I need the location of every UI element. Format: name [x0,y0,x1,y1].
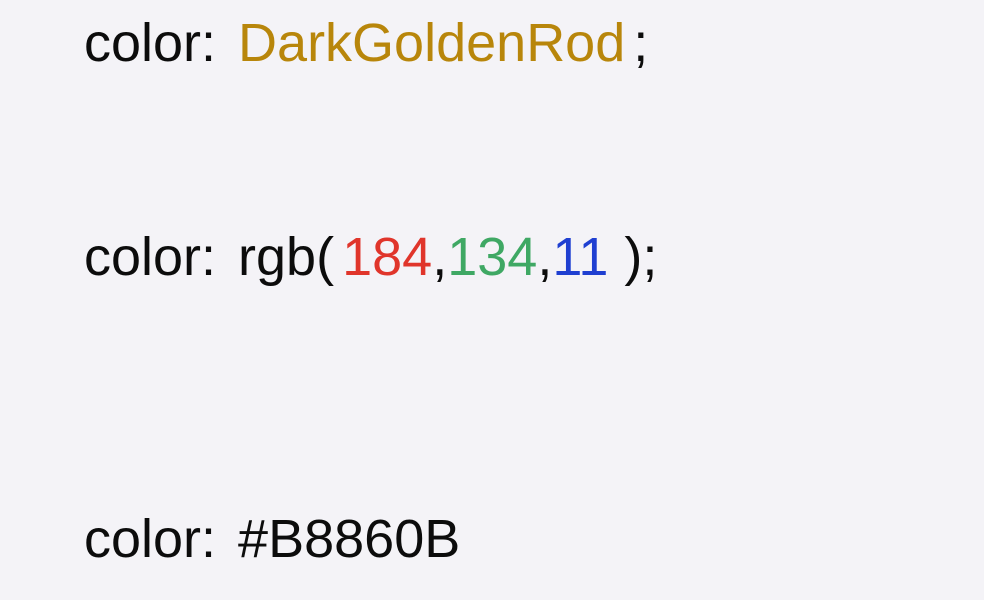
rgb-function-open: rgb( [238,227,335,287]
comma-separator: , [432,227,448,287]
property-label: color: [84,227,217,287]
green-channel-value: 134 [447,227,538,287]
named-color-value: DarkGoldenRod [238,13,626,73]
blue-channel-value: 11 [552,227,609,287]
semicolon: ; [633,13,649,73]
red-channel-value: 184 [342,227,433,287]
rgb-color-line: color: rgb(184,134,11); [84,230,657,284]
hex-color-value: #B8860B [238,509,461,569]
named-color-line: color: DarkGoldenRod; [84,16,648,70]
slide: color: DarkGoldenRod; color: rgb(184,134,1… [0,0,984,600]
property-label: color: [84,13,217,73]
comma-separator: , [537,227,553,287]
hex-color-line: color: #B8860B [84,512,460,566]
property-label: color: [84,509,217,569]
rgb-function-close: ); [624,227,658,287]
